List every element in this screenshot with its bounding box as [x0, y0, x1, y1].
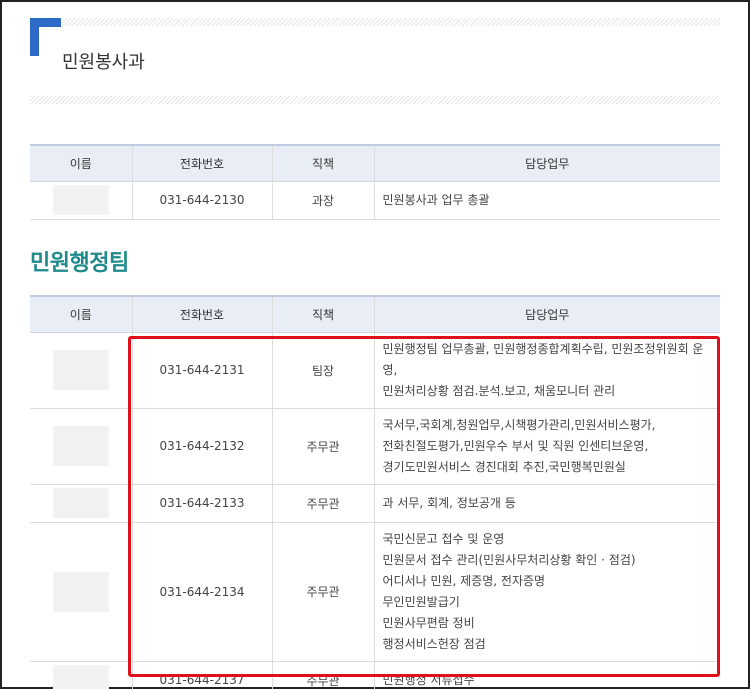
col-name-header: 이름: [30, 144, 132, 182]
phone-cell: 031-644-2130: [131, 181, 272, 220]
duty-line: 경기도민원서비스 경진대회 추진,국민행복민원실: [382, 459, 626, 474]
col-phone-header: 전화번호: [131, 295, 272, 333]
duty-line: 민원문서 접수 관리(민원사무처리상황 확인 · 점검): [382, 552, 636, 567]
position-cell: 과장: [271, 181, 374, 220]
phone-cell: 031-644-2134: [131, 522, 272, 662]
head-staff-table: 이름 전화번호 직책 담당업무 031-644-2130 과장 민원봉사과 업무…: [30, 144, 720, 220]
duties-cell: 민원봉사과 업무 총괄: [373, 181, 720, 220]
phone-cell: 031-644-2132: [131, 408, 272, 485]
table-row: 031-644-2137 주무관 민원행정 서류접수: [30, 661, 720, 689]
phone-cell: 031-644-2137: [131, 661, 272, 689]
duty-line: 전화친절도평가,민원우수 부서 및 직원 인센티브운영,: [382, 438, 649, 453]
col-phone-header: 전화번호: [131, 144, 272, 182]
table-row: 031-644-2130 과장 민원봉사과 업무 총괄: [30, 181, 720, 220]
name-cell-redacted: [30, 408, 132, 485]
col-position-header: 직책: [271, 144, 374, 182]
duties-cell: 민원행정팀 업무총괄, 민원행정종합계획수립, 민원조정위원회 운영, 민원처리…: [373, 332, 720, 409]
duty-line: 무인민원발급기: [382, 594, 460, 609]
duty-line: 민원처리상황 점검.분석.보고, 채움모니터 관리: [382, 383, 616, 398]
phone-cell: 031-644-2133: [131, 484, 272, 523]
duty-line: 민원행정 서류접수: [382, 672, 475, 687]
name-cell-redacted: [30, 181, 132, 220]
col-duties-header: 담당업무: [373, 295, 720, 333]
position-cell: 주무관: [271, 661, 374, 689]
duty-line: 민원사무편람 정비: [382, 615, 475, 630]
table-row: 031-644-2132 주무관 국서무,국회계,청원업무,시책평가관리,민원서…: [30, 408, 720, 485]
duty-line: 행정서비스헌장 점검: [382, 636, 486, 651]
title-accent-bracket: [30, 18, 61, 56]
department-title: 민원봉사과: [62, 52, 145, 73]
duties-cell: 국민신문고 접수 및 운영 민원문서 접수 관리(민원사무처리상황 확인 · 점…: [373, 522, 720, 662]
col-name-header: 이름: [30, 295, 132, 333]
duty-line: 국민신문고 접수 및 운영: [382, 531, 505, 546]
team-staff-table: 이름 전화번호 직책 담당업무 031-644-2131 팀장 민원행정팀 업무…: [30, 295, 720, 689]
team-title: 민원행정팀: [30, 251, 129, 276]
name-cell-redacted: [30, 522, 132, 662]
hatch-divider-top: [62, 18, 720, 26]
col-position-header: 직책: [271, 295, 374, 333]
duty-line: 민원봉사과 업무 총괄: [382, 192, 490, 207]
table-row: 031-644-2131 팀장 민원행정팀 업무총괄, 민원행정종합계획수립, …: [30, 332, 720, 409]
duty-line: 민원행정팀 업무총괄, 민원행정종합계획수립, 민원조정위원회 운영,: [382, 341, 704, 377]
col-duties-header: 담당업무: [373, 144, 720, 182]
duty-line: 과 서무, 회계, 정보공개 등: [382, 495, 516, 510]
position-cell: 팀장: [271, 332, 374, 409]
position-cell: 주무관: [271, 522, 374, 662]
position-cell: 주무관: [271, 484, 374, 523]
duties-cell: 국서무,국회계,청원업무,시책평가관리,민원서비스평가, 전화친절도평가,민원우…: [373, 408, 720, 485]
hatch-divider-bottom: [30, 96, 720, 104]
table-row: 031-644-2133 주무관 과 서무, 회계, 정보공개 등: [30, 484, 720, 523]
position-cell: 주무관: [271, 408, 374, 485]
phone-cell: 031-644-2131: [131, 332, 272, 409]
duties-cell: 과 서무, 회계, 정보공개 등: [373, 484, 720, 523]
duty-line: 국서무,국회계,청원업무,시책평가관리,민원서비스평가,: [382, 417, 656, 432]
table-row: 031-644-2134 주무관 국민신문고 접수 및 운영 민원문서 접수 관…: [30, 522, 720, 662]
name-cell-redacted: [30, 661, 132, 689]
name-cell-redacted: [30, 332, 132, 409]
duties-cell: 민원행정 서류접수: [373, 661, 720, 689]
name-cell-redacted: [30, 484, 132, 523]
duty-line: 어디서나 민원, 제증명, 전자증명: [382, 573, 546, 588]
